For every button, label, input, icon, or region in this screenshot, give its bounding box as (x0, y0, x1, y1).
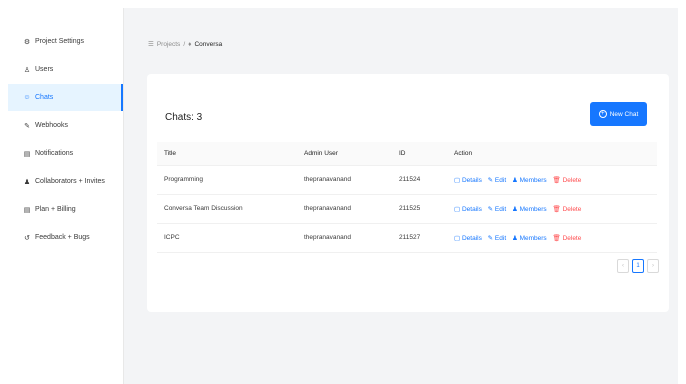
trash-icon: 🗑 (552, 176, 561, 184)
notification-icon: ▤ (23, 150, 31, 158)
details-link[interactable]: ▢ Details (454, 206, 482, 213)
sidebar-item-label: Notifications (35, 150, 74, 157)
delete-link[interactable]: 🗑 Delete (552, 177, 581, 184)
sidebar-item-collaborators[interactable]: ♟ Collaborators + Invites (8, 168, 123, 195)
trash-icon: 🗑 (552, 205, 561, 213)
sidebar-item-webhooks[interactable]: ✎ Webhooks (8, 112, 123, 139)
breadcrumb-current: Conversa (194, 40, 223, 48)
sidebar-item-notifications[interactable]: ▤ Notifications (8, 140, 123, 167)
members-link[interactable]: ♟ Members (512, 235, 547, 242)
details-link[interactable]: ▢ Details (454, 235, 482, 242)
details-label: Details (461, 205, 482, 213)
app-window: ⚙ Project Settings ♙ Users ☺ Chats ✎ Web… (8, 8, 678, 384)
details-icon: ▢ (454, 234, 461, 242)
cell-id: 211525 (392, 194, 447, 224)
column-header-admin: Admin User (297, 142, 392, 166)
details-label: Details (461, 176, 482, 184)
members-icon: ♟ (511, 205, 518, 213)
column-header-id: ID (392, 142, 447, 166)
column-header-action: Action (447, 142, 657, 166)
chat-icon: ☺ (23, 94, 31, 101)
members-icon: ♟ (511, 176, 518, 184)
sidebar-item-label: Chats (35, 94, 54, 101)
sidebar-item-project-settings[interactable]: ⚙ Project Settings (8, 28, 123, 55)
edit-link[interactable]: ✎ Edit (488, 177, 506, 184)
delete-label: Delete (562, 234, 582, 242)
table-row: Programming thepranavanand 211524 ▢ Deta… (157, 165, 657, 195)
edit-icon: ✎ (487, 234, 494, 242)
cell-actions: ▢ Details ✎ Edit ♟ Members 🗑 Delete (447, 165, 657, 195)
members-label: Members (519, 205, 547, 213)
chats-card: Chats: 3 + New Chat Title Admin User ID … (147, 74, 669, 312)
sidebar-item-label: Feedback + Bugs (35, 234, 90, 241)
cell-title: Programming (157, 165, 297, 195)
members-label: Members (519, 176, 547, 184)
cell-id: 211524 (392, 165, 447, 195)
pagination-next-button[interactable]: › (647, 259, 659, 273)
cell-admin: thepranavanand (297, 223, 392, 253)
sidebar-item-label: Collaborators + Invites (35, 178, 105, 185)
sidebar-item-label: Webhooks (35, 122, 68, 129)
billing-icon: ▤ (23, 206, 31, 214)
sidebar-item-chats[interactable]: ☺ Chats (8, 84, 123, 111)
edit-link[interactable]: ✎ Edit (488, 235, 506, 242)
details-link[interactable]: ▢ Details (454, 177, 482, 184)
sidebar-item-label: Users (35, 66, 54, 73)
edit-label: Edit (494, 205, 507, 213)
feedback-icon: ↺ (24, 234, 30, 242)
edit-label: Edit (494, 176, 507, 184)
table-row: ICPC thepranavanand 211527 ▢ Details ✎ E… (157, 223, 657, 253)
delete-label: Delete (562, 205, 582, 213)
edit-icon: ✎ (487, 205, 494, 213)
edit-label: Edit (494, 234, 507, 242)
edit-link[interactable]: ✎ Edit (488, 206, 506, 213)
members-link[interactable]: ♟ Members (512, 206, 547, 213)
cell-id: 211527 (392, 223, 447, 253)
sidebar-item-feedback[interactable]: ↺ Feedback + Bugs (8, 224, 123, 251)
trash-icon: 🗑 (552, 234, 561, 242)
table-row: Conversa Team Discussion thepranavanand … (157, 194, 657, 224)
members-link[interactable]: ♟ Members (512, 177, 547, 184)
column-header-title: Title (157, 142, 297, 166)
details-icon: ▢ (454, 176, 461, 184)
cell-actions: ▢ Details ✎ Edit ♟ Members 🗑 Delete (447, 194, 657, 224)
pagination: ‹ 1 › (617, 259, 659, 273)
pagination-prev-button[interactable]: ‹ (617, 259, 629, 273)
members-icon: ♟ (511, 234, 518, 242)
delete-link[interactable]: 🗑 Delete (552, 206, 581, 213)
breadcrumb: ☰ Projects / ♦ Conversa (148, 40, 223, 49)
page-title: Chats: 3 (165, 112, 203, 123)
breadcrumb-separator: / (183, 40, 186, 48)
details-label: Details (461, 234, 482, 242)
details-icon: ▢ (454, 205, 461, 213)
breadcrumb-root[interactable]: Projects (157, 41, 180, 48)
user-icon: ♙ (23, 66, 31, 74)
sidebar-item-label: Plan + Billing (35, 206, 76, 213)
table-header-row: Title Admin User ID Action (157, 142, 657, 166)
edit-icon: ✎ (487, 176, 494, 184)
cell-actions: ▢ Details ✎ Edit ♟ Members 🗑 Delete (447, 223, 657, 253)
sidebar-item-label: Project Settings (35, 38, 85, 45)
members-label: Members (519, 234, 547, 242)
webhook-icon: ✎ (24, 122, 30, 130)
chats-table: Title Admin User ID Action Programming t… (157, 142, 657, 253)
project-icon: ♦ (188, 40, 192, 48)
sidebar: ⚙ Project Settings ♙ Users ☺ Chats ✎ Web… (8, 8, 124, 384)
new-chat-label: New Chat (609, 110, 639, 118)
plus-circle-icon: + (598, 110, 607, 118)
new-chat-button[interactable]: + New Chat (590, 102, 647, 126)
sidebar-item-plan-billing[interactable]: ▤ Plan + Billing (8, 196, 123, 223)
main-content: ☰ Projects / ♦ Conversa Chats: 3 + New C… (124, 8, 678, 384)
cell-admin: thepranavanand (297, 165, 392, 195)
delete-link[interactable]: 🗑 Delete (552, 235, 581, 242)
collaborators-icon: ♟ (23, 178, 31, 186)
cell-title: ICPC (157, 223, 297, 253)
folder-icon: ☰ (148, 41, 154, 48)
delete-label: Delete (562, 176, 582, 184)
cell-title: Conversa Team Discussion (157, 194, 297, 224)
sidebar-item-users[interactable]: ♙ Users (8, 56, 123, 83)
pagination-page-1[interactable]: 1 (632, 259, 644, 273)
gear-icon: ⚙ (23, 38, 31, 46)
cell-admin: thepranavanand (297, 194, 392, 224)
